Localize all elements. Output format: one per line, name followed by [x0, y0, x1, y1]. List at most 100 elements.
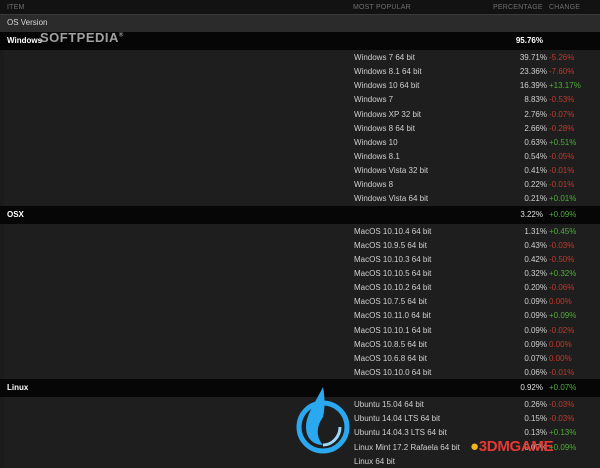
os-group-change: +0.09%	[549, 209, 577, 219]
table-row: MacOS 10.10.0 64 bit 0.06% -0.01%	[4, 365, 600, 379]
table-row: Windows Vista 32 bit 0.41% -0.01%	[4, 163, 600, 177]
os-group-percentage: 0.92%	[520, 383, 543, 393]
os-change: -0.03%	[549, 240, 575, 250]
os-percentage: 2.66%	[524, 123, 547, 133]
os-group-osx[interactable]: OSX 3.22% +0.09%	[0, 205, 600, 224]
os-name: Windows 7	[354, 95, 394, 105]
os-name: MacOS 10.10.3 64 bit	[354, 254, 432, 264]
os-name: MacOS 10.8.5 64 bit	[354, 339, 427, 349]
os-percentage: 0.22%	[524, 180, 547, 190]
os-name: MacOS 10.7.5 64 bit	[354, 297, 427, 307]
os-change: +0.51%	[549, 137, 577, 147]
os-change: -0.03%	[549, 400, 575, 410]
os-percentage: 0.20%	[524, 283, 547, 293]
os-name: Windows 8.1	[354, 151, 400, 161]
os-name: MacOS 10.10.4 64 bit	[354, 226, 432, 236]
os-name: MacOS 10.10.2 64 bit	[354, 283, 432, 293]
os-change: -0.06%	[549, 283, 575, 293]
os-change: 0.00%	[549, 339, 572, 349]
os-percentage: 0.07%	[524, 353, 547, 363]
os-change: -7.60%	[549, 67, 575, 77]
os-name: MacOS 10.10.0 64 bit	[354, 367, 432, 377]
os-change: -0.07%	[549, 109, 575, 119]
os-group-rows: MacOS 10.10.4 64 bit 1.31% +0.45% MacOS 10.…	[4, 223, 600, 380]
table-row: Windows XP 32 bit 2.76% -0.07%	[4, 107, 600, 121]
os-percentage: 0.06%	[524, 367, 547, 377]
table-row: MacOS 10.10.4 64 bit 1.31% +0.45%	[4, 224, 600, 238]
os-group-name: Windows	[7, 36, 43, 45]
drop-logo-watermark	[296, 387, 350, 454]
table-row: MacOS 10.10.3 64 bit 0.42% -0.50%	[4, 252, 600, 266]
os-change: +0.01%	[549, 194, 577, 204]
os-name: Ubuntu 14.04.3 LTS 64 bit	[354, 428, 447, 438]
os-group-name: Linux	[7, 383, 29, 393]
os-percentage: 2.76%	[524, 109, 547, 119]
table-row: MacOS 10.11.0 64 bit 0.09% +0.09%	[4, 308, 600, 322]
table-row: Windows 10 64 bit 16.39% +13.17%	[4, 78, 600, 92]
os-change: -5.26%	[549, 53, 575, 62]
os-name: Ubuntu 15.04 64 bit	[354, 400, 424, 410]
os-percentage: 0.26%	[524, 400, 547, 410]
os-group-percentage: 3.22%	[520, 209, 543, 219]
os-change: +0.09%	[549, 311, 577, 321]
os-percentage: 0.09%	[524, 311, 547, 321]
os-percentage: 16.39%	[519, 81, 547, 91]
os-name: Ubuntu 14.04 LTS 64 bit	[354, 414, 441, 424]
os-change: -0.01%	[549, 180, 575, 190]
os-name: MacOS 10.11.0 64 bit	[354, 311, 431, 321]
os-name: Windows 10	[354, 137, 398, 147]
os-name: Windows 8	[354, 180, 394, 190]
table-row: Windows 7 8.83% -0.53%	[4, 92, 600, 106]
os-change: -0.05%	[549, 151, 575, 161]
table-row: Windows 8.1 64 bit 23.36% -7.60%	[4, 64, 600, 78]
table-row: MacOS 10.7.5 64 bit 0.09% 0.00%	[4, 294, 600, 308]
os-change: -0.53%	[549, 95, 575, 105]
os-change: +0.13%	[549, 428, 577, 438]
section-title: OS Version	[7, 18, 48, 27]
3dmgame-watermark: ●3DMGAME	[470, 438, 554, 455]
table-row: Windows 7 64 bit 39.71% -5.26%	[4, 50, 600, 64]
os-name: MacOS 10.9.5 64 bit	[354, 240, 427, 250]
table-row: MacOS 10.8.5 64 bit 0.09% 0.00%	[4, 337, 600, 351]
table-row: Windows 8 0.22% -0.01%	[4, 177, 600, 191]
os-group-change: +0.07%	[549, 383, 577, 393]
os-group-rows: Windows 7 64 bit 39.71% -5.26% Windows 8.1 …	[4, 50, 600, 206]
os-group-percentage: 95.76%	[515, 36, 543, 45]
os-name: MacOS 10.10.5 64 bit	[354, 268, 432, 278]
os-change: +13.17%	[549, 81, 581, 91]
os-percentage: 0.13%	[524, 428, 547, 438]
os-change: -0.01%	[549, 166, 575, 176]
column-header-change: CHANGE	[549, 4, 581, 11]
os-change: +0.45%	[549, 226, 577, 236]
os-percentage: 0.43%	[524, 240, 547, 250]
column-header-most-popular: MOST POPULAR	[353, 4, 411, 11]
os-change: -0.03%	[549, 414, 575, 424]
table-row: Windows 8 64 bit 2.66% -0.28%	[4, 121, 600, 135]
os-name: MacOS 10.10.1 64 bit	[354, 325, 432, 335]
column-header-percentage: PERCENTAGE	[493, 4, 543, 11]
os-percentage: 0.41%	[524, 166, 547, 176]
table-row: Windows 8.1 0.54% -0.05%	[4, 149, 600, 163]
os-name: Linux Mint 17.2 Rafaela 64 bit	[354, 442, 460, 452]
os-percentage: 0.54%	[524, 151, 547, 161]
table-row: Windows 10 0.63% +0.51%	[4, 135, 600, 149]
os-change: -0.01%	[549, 367, 575, 377]
os-percentage: 23.36%	[519, 67, 547, 77]
os-name: MacOS 10.6.8 64 bit	[354, 353, 427, 363]
os-name: Windows 7 64 bit	[354, 53, 415, 62]
column-header-item: ITEM	[7, 4, 25, 11]
table-row: MacOS 10.10.2 64 bit 0.20% -0.06%	[4, 280, 600, 294]
os-change: 0.00%	[549, 353, 572, 363]
os-name: Windows Vista 64 bit	[354, 194, 429, 204]
os-percentage: 0.63%	[524, 137, 547, 147]
softpedia-watermark: SOFTPEDIA®	[40, 30, 124, 45]
os-change: 0.00%	[549, 297, 572, 307]
os-percentage: 1.31%	[524, 226, 547, 236]
table-row: MacOS 10.6.8 64 bit 0.07% 0.00%	[4, 351, 600, 365]
table-row: MacOS 10.10.1 64 bit 0.09% -0.02%	[4, 323, 600, 337]
os-change: -0.50%	[549, 254, 575, 264]
os-change: +0.32%	[549, 268, 577, 278]
os-percentage: 0.09%	[524, 297, 547, 307]
os-percentage: 0.09%	[524, 325, 547, 335]
os-change: -0.02%	[549, 325, 575, 335]
